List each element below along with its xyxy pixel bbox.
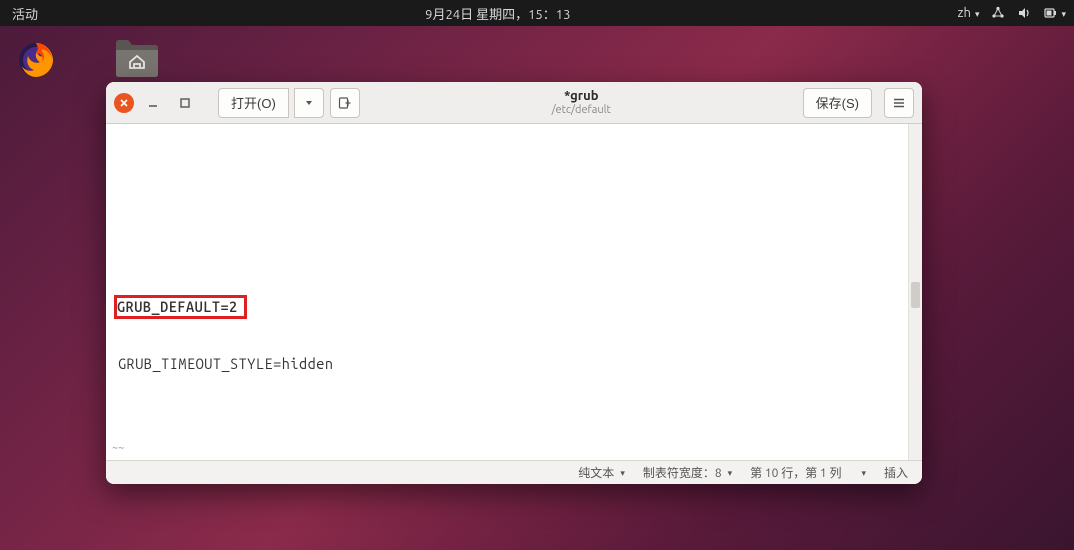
new-tab-button[interactable] [330,88,360,118]
open-dropdown-button[interactable] [294,88,324,118]
battery-icon[interactable] [1043,6,1066,20]
activities-button[interactable]: 活动 [8,4,38,23]
file-path: /etc/default [366,104,797,116]
position-menu-icon[interactable] [859,466,866,479]
input-method-indicator[interactable]: zh [958,6,980,20]
text-editor-area[interactable]: GRUB_DEFAULT=2 GRUB_TIMEOUT_STYLE=hidden… [106,124,922,460]
dock [0,26,72,550]
vertical-scrollbar[interactable] [908,124,922,460]
close-button[interactable] [114,93,134,113]
tilde-marker: ~~ [112,442,124,456]
editor-line: GRUB_TIMEOUT_STYLE=hidden [116,355,912,373]
highlighted-line: GRUB_DEFAULT=2 [114,295,247,319]
scrollbar-thumb[interactable] [911,282,920,308]
cursor-position[interactable]: 第 10 行，第 1 列 [750,464,841,481]
network-icon[interactable] [991,6,1005,20]
syntax-selector[interactable]: 纯文本 [578,464,625,481]
firefox-launcher[interactable] [14,38,58,82]
status-bar: 纯文本 制表符宽度：8 第 10 行，第 1 列 插入 [106,460,922,484]
save-button[interactable]: 保存(S) [803,88,872,118]
tab-width-selector[interactable]: 制表符宽度：8 [643,464,732,481]
desktop: 打开(O) *grub /etc/default 保存(S) GRUB_DEFA… [72,26,1074,550]
top-panel: 活动 9月24日 星期四，15：13 zh [0,0,1074,26]
clock[interactable]: 9月24日 星期四，15：13 [38,4,958,23]
minimize-button[interactable] [140,90,166,116]
titlebar: 打开(O) *grub /etc/default 保存(S) [106,82,922,124]
insert-mode[interactable]: 插入 [884,464,908,481]
file-name: *grub [366,89,797,103]
gedit-window: 打开(O) *grub /etc/default 保存(S) GRUB_DEFA… [106,82,922,484]
volume-icon[interactable] [1017,6,1031,20]
maximize-button[interactable] [172,90,198,116]
open-button[interactable]: 打开(O) [218,88,289,118]
menu-button[interactable] [884,88,914,118]
home-folder-icon[interactable] [114,36,160,78]
title-area: *grub /etc/default [366,89,797,115]
